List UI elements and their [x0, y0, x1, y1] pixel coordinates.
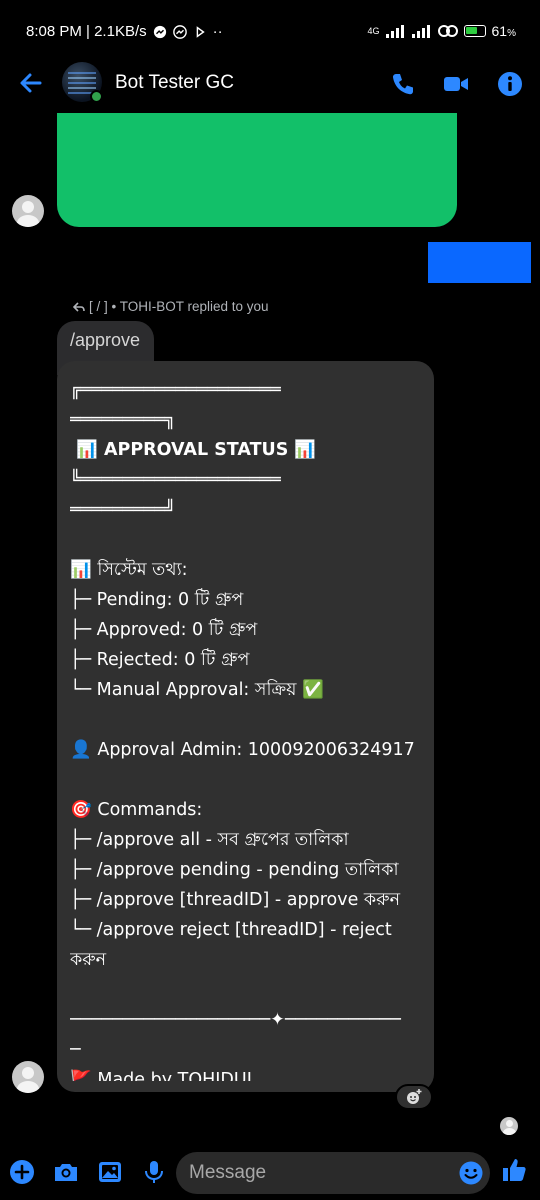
info-icon[interactable]	[496, 70, 524, 98]
signal-icon	[385, 24, 404, 38]
bot-message-line	[70, 975, 422, 1005]
bot-message-line: ├─ Approved: 0 টি গ্রুপ	[70, 620, 258, 640]
image-icon[interactable]	[96, 1158, 124, 1186]
battery-icon	[463, 25, 486, 37]
bot-message-line: 🚩 Made by TOHIDUL	[70, 1070, 257, 1081]
play-icon	[196, 25, 205, 38]
network-type: 4G	[367, 26, 380, 36]
messenger-notification-icon-2	[172, 24, 187, 39]
bot-message-bubble[interactable]: ╔═══════════════════ ═════════╗ 📊 APPROVA…	[57, 361, 434, 1092]
status-time: 8:08 PM | 2.1KB/s	[26, 23, 147, 40]
bot-message-text: ╔═══════════════════ ═════════╗ 📊 APPROVA…	[70, 375, 422, 1081]
bot-message-line: ╚═══════════════════	[70, 470, 281, 490]
redacted-message-blue	[428, 242, 531, 283]
online-indicator	[90, 90, 103, 103]
sender-avatar-2[interactable]	[12, 1061, 44, 1093]
video-camera-icon[interactable]	[442, 70, 470, 98]
microphone-icon[interactable]	[140, 1158, 168, 1186]
link-icon	[437, 25, 458, 37]
reply-indicator: [ / ] • TOHI-BOT replied to you	[73, 299, 269, 314]
bot-message-line	[70, 765, 422, 795]
battery-percent: 61%	[491, 23, 516, 39]
sender-avatar[interactable]	[12, 195, 44, 227]
message-input[interactable]	[176, 1152, 490, 1194]
bot-message-line: ├─ Rejected: 0 টি গ্রুপ	[70, 650, 250, 670]
camera-icon[interactable]	[52, 1158, 80, 1186]
seen-indicator-avatar	[500, 1117, 518, 1135]
bot-message-line: ═════════╝	[70, 500, 176, 520]
status-left: 8:08 PM | 2.1KB/s ··	[26, 23, 223, 40]
bot-message-line: ═════════╗	[70, 410, 176, 430]
status-right: 4G 61%	[368, 23, 517, 39]
group-avatar[interactable]	[62, 62, 103, 103]
status-dots: ··	[212, 23, 223, 40]
chat-title[interactable]: Bot Tester GC	[115, 72, 234, 94]
phone-icon[interactable]	[389, 70, 417, 98]
bot-message-line: └─ /approve reject [threadID] - reject	[70, 920, 392, 940]
bot-message-line	[70, 525, 422, 555]
bot-message-line: ├─ /approve [threadID] - approve করুন	[70, 890, 401, 910]
back-arrow-icon[interactable]	[16, 68, 46, 98]
bot-message-line: 📊 APPROVAL STATUS 📊	[70, 440, 317, 460]
bot-message-line	[70, 705, 422, 735]
bot-message-line: 🎯 Commands:	[70, 800, 203, 820]
bot-message-line: করুন	[70, 950, 107, 970]
emoji-add-icon	[407, 1089, 422, 1104]
signal-icon-2	[411, 24, 430, 38]
bot-message-line: ╔═══════════════════	[70, 380, 281, 400]
bot-message-line: ├─ /approve pending - pending তালিকা	[70, 860, 399, 880]
redacted-message-green	[57, 113, 457, 227]
bot-message-line: └─ Manual Approval: সক্রিয় ✅	[70, 680, 324, 700]
bot-message-line: ───────────────────✦───────────	[70, 1010, 401, 1030]
chat-header: Bot Tester GC	[0, 56, 540, 112]
reply-arrow-icon	[73, 301, 85, 312]
bot-message-line: 📊 সিস্টেম তথ্য:	[70, 560, 188, 580]
add-reaction-button[interactable]	[395, 1084, 433, 1110]
thumbs-up-icon[interactable]	[500, 1156, 528, 1184]
plus-icon[interactable]	[8, 1158, 36, 1186]
bot-message-line: 👤 Approval Admin: 100092006324917	[70, 740, 415, 760]
message-composer	[0, 1146, 540, 1200]
bot-message-line: ─	[70, 1040, 81, 1060]
bot-message-line: ├─ /approve all - সব গ্রুপের তালিকা	[70, 830, 349, 850]
emoji-icon[interactable]	[458, 1160, 484, 1186]
messenger-notification-icon	[153, 25, 166, 38]
status-bar: 8:08 PM | 2.1KB/s ·· 4G 61%	[0, 0, 540, 62]
bot-message-line: ├─ Pending: 0 টি গ্রুপ	[70, 590, 244, 610]
reply-info-text: [ / ] • TOHI-BOT replied to you	[89, 299, 269, 314]
